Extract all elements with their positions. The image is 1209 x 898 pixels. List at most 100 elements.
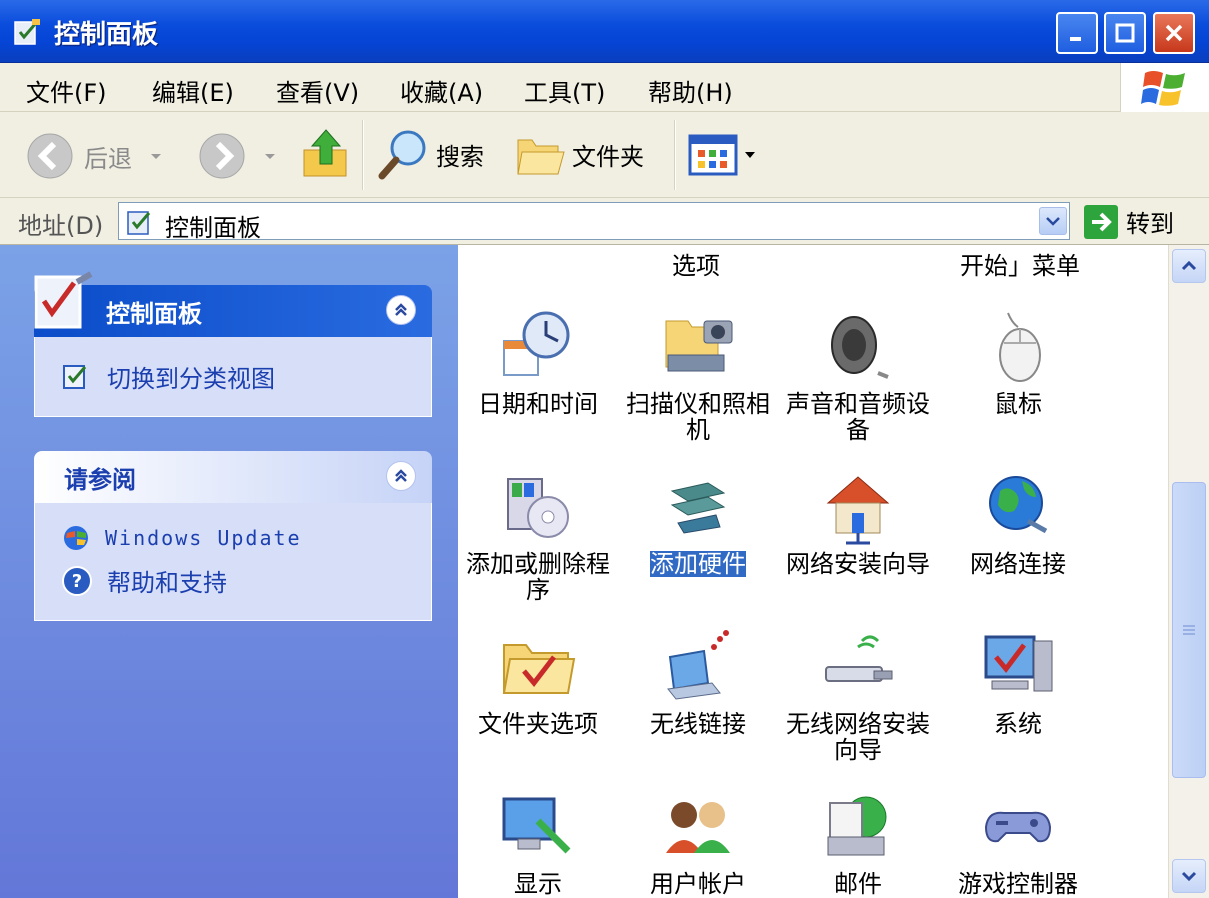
item-network-setup[interactable]: 网络安装向导: [778, 467, 938, 577]
menu-bar: 文件(F) 编辑(E) 查看(V) 收藏(A) 工具(T) 帮助(H): [0, 63, 1209, 112]
see-also-header[interactable]: 请参阅: [34, 451, 432, 503]
item-date-time[interactable]: 日期和时间: [458, 307, 618, 417]
scanner-camera-icon: [665, 320, 733, 372]
svg-text:?: ?: [72, 571, 82, 592]
item-add-hardware[interactable]: 添加硬件: [618, 467, 778, 578]
item-label: 系统: [994, 710, 1042, 738]
item-game-controllers[interactable]: 游戏控制器: [938, 787, 1098, 897]
up-folder-button[interactable]: [300, 126, 352, 182]
windows-update-link[interactable]: Windows Update: [61, 523, 302, 553]
folder-options-icon: [502, 644, 576, 694]
address-bar: 地址(D) 控制面板 转到: [0, 198, 1209, 245]
control-panel-box: 控制面板 切换到分类视图: [34, 271, 432, 417]
add-remove-programs-icon: [507, 478, 569, 538]
control-panel-box-body: 切换到分类视图: [34, 337, 432, 417]
user-accounts-icon: [666, 802, 730, 853]
item-label: 无线网络安装向导: [786, 710, 930, 764]
views-button[interactable]: [688, 134, 758, 176]
up-folder-icon: [303, 129, 347, 177]
address-input[interactable]: 控制面板: [118, 202, 1070, 242]
minimize-button[interactable]: [1056, 12, 1098, 54]
see-also-title: 请参阅: [64, 465, 136, 494]
minimize-icon: [1070, 37, 1081, 41]
back-arrow-icon: [27, 133, 73, 179]
item-network-connections[interactable]: 网络连接: [938, 467, 1098, 577]
back-button[interactable]: 后退: [26, 132, 166, 180]
chevron-down-icon[interactable]: [146, 146, 166, 166]
title-bar[interactable]: 控制面板: [0, 0, 1209, 63]
item-wireless-link[interactable]: 无线链接: [618, 627, 778, 737]
address-dropdown-button[interactable]: [1039, 207, 1067, 235]
collapse-button[interactable]: [386, 461, 416, 491]
menu-tools[interactable]: 工具(T): [524, 73, 605, 108]
item-label: 文件夹选项: [478, 710, 598, 738]
go-label: 转到: [1126, 210, 1174, 238]
item-label: 添加硬件: [649, 550, 747, 578]
speaker-icon: [831, 316, 889, 379]
item-system[interactable]: 系统: [938, 627, 1098, 737]
item-mouse[interactable]: 鼠标: [938, 307, 1098, 417]
switch-category-view-link[interactable]: 切换到分类视图: [61, 359, 275, 394]
task-pane: 控制面板 切换到分类视图 请参阅 Windows Update ? 帮助和支持: [0, 245, 458, 898]
item-mail[interactable]: 邮件: [778, 787, 938, 897]
control-panel-box-header[interactable]: 控制面板: [34, 271, 432, 337]
item-add-remove-programs[interactable]: 添加或删除程序: [458, 467, 618, 603]
vertical-scrollbar[interactable]: [1168, 245, 1209, 898]
item-scanner-camera[interactable]: 扫描仪和照相机: [618, 307, 778, 443]
maximize-button[interactable]: [1104, 12, 1146, 54]
partial-item-label[interactable]: 选项: [616, 253, 776, 279]
item-sound-audio[interactable]: 声音和音频设备: [778, 307, 938, 443]
see-also-box: 请参阅 Windows Update ? 帮助和支持: [34, 451, 432, 621]
item-label: 鼠标: [994, 390, 1042, 418]
switch-view-icon: [63, 364, 87, 389]
back-label: 后退: [84, 144, 132, 173]
go-button[interactable]: 转到: [1084, 204, 1174, 239]
menu-edit[interactable]: 编辑(E): [152, 73, 234, 108]
help-icon: ?: [62, 565, 92, 596]
item-label: 日期和时间: [478, 390, 598, 418]
views-icon: [688, 134, 738, 176]
item-user-accounts[interactable]: 用户帐户: [618, 787, 778, 897]
add-hardware-icon: [670, 482, 726, 534]
network-setup-icon: [826, 476, 890, 545]
see-also-body: Windows Update ? 帮助和支持: [34, 503, 432, 621]
collapse-button[interactable]: [386, 295, 416, 325]
close-button[interactable]: [1153, 12, 1195, 54]
chevron-up-double-icon: [395, 469, 407, 482]
control-panel-icon: [127, 211, 151, 235]
item-display[interactable]: 显示: [458, 787, 618, 897]
switch-category-view-label: 切换到分类视图: [107, 365, 275, 393]
item-label: 添加或删除程序: [466, 550, 610, 604]
game-controller-icon: [984, 811, 1052, 843]
scroll-down-button[interactable]: [1172, 859, 1206, 893]
chevron-down-icon[interactable]: [260, 146, 280, 166]
scroll-up-button[interactable]: [1172, 249, 1206, 283]
scroll-thumb[interactable]: [1172, 482, 1206, 778]
item-folder-options[interactable]: 文件夹选项: [458, 627, 618, 737]
toolbar-separator: [362, 120, 364, 190]
windows-logo-area: [1120, 63, 1209, 112]
control-panel-large-icon: [34, 271, 93, 329]
item-label: 无线链接: [650, 710, 746, 738]
search-button[interactable]: 搜索: [376, 126, 484, 182]
control-panel-items: 选项 开始」菜单 日期和时间 扫描仪和照相机 声音和音频设备 鼠标 添加或删除程…: [458, 245, 1168, 898]
chevron-down-icon[interactable]: [742, 147, 758, 163]
item-wireless-setup[interactable]: 无线网络安装向导: [778, 627, 938, 763]
windows-update-icon: [64, 526, 88, 550]
menu-view[interactable]: 查看(V): [276, 73, 359, 108]
folders-button[interactable]: 文件夹: [514, 130, 644, 178]
item-label: 显示: [514, 870, 562, 898]
menu-help[interactable]: 帮助(H): [648, 73, 733, 108]
menu-favorites[interactable]: 收藏(A): [400, 73, 483, 108]
item-label: 游戏控制器: [958, 870, 1078, 898]
chevron-down-icon: [1181, 871, 1197, 882]
item-label: 用户帐户: [650, 870, 746, 898]
menu-file[interactable]: 文件(F): [26, 73, 107, 108]
partial-item-label[interactable]: 开始」菜单: [940, 253, 1100, 279]
wireless-setup-icon: [825, 635, 893, 682]
system-icon: [984, 635, 1053, 692]
address-value: 控制面板: [165, 214, 261, 242]
help-support-link[interactable]: ? 帮助和支持: [61, 563, 227, 598]
chevron-down-icon: [1046, 217, 1060, 226]
forward-button[interactable]: [198, 132, 280, 180]
